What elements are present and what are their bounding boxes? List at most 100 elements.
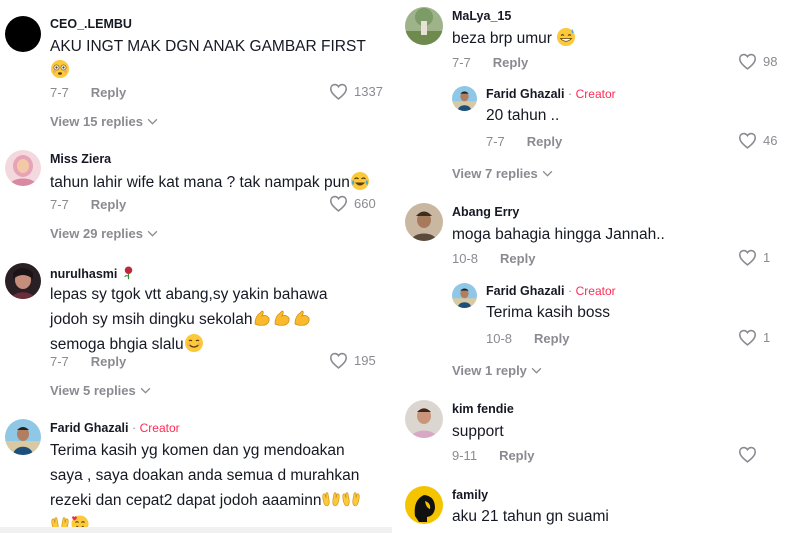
avatar[interactable] bbox=[405, 7, 443, 45]
reply-button[interactable]: Reply bbox=[527, 134, 562, 149]
reply-button[interactable]: Reply bbox=[493, 55, 528, 70]
comment-text: Terima kasih boss bbox=[486, 304, 611, 321]
avatar[interactable] bbox=[5, 150, 41, 186]
comment-text: lepas sy tgok vtt abang,sy yakin bahawa … bbox=[50, 282, 390, 357]
comment-text-body: beza brp umur bbox=[452, 30, 552, 47]
heart-icon bbox=[329, 195, 348, 212]
comment-date: 7-7 bbox=[50, 85, 69, 100]
comments-panel-right: MaLya_15 beza brp umur 7-7 Reply 98 Farid… bbox=[396, 0, 800, 533]
avatar[interactable] bbox=[5, 263, 41, 299]
like-button[interactable]: 98 bbox=[738, 53, 777, 70]
comment-author[interactable]: family bbox=[452, 488, 488, 502]
comment-author[interactable]: Abang Erry bbox=[452, 205, 519, 219]
comment-meta: 10-8 Reply bbox=[486, 331, 569, 346]
heart-icon bbox=[738, 53, 757, 70]
comment-text-line: Terima kasih yg komen dan yg mendoakan bbox=[50, 442, 345, 459]
comment-date: 10-8 bbox=[452, 251, 479, 266]
chevron-down-icon bbox=[147, 118, 158, 125]
smiling-face-emoji-icon bbox=[184, 334, 203, 352]
like-count: 1337 bbox=[354, 84, 383, 99]
like-button[interactable]: 1 bbox=[738, 329, 770, 346]
like-button[interactable]: 660 bbox=[329, 195, 376, 212]
view-replies-label: View 1 reply bbox=[452, 363, 527, 378]
comment-author[interactable]: Farid Ghazali · Creator bbox=[50, 421, 180, 435]
chevron-down-icon bbox=[531, 367, 542, 374]
comment-date: 7-7 bbox=[50, 354, 69, 369]
open-hands-emoji-icon bbox=[322, 492, 341, 507]
comment-text: 20 tahun .. bbox=[486, 107, 560, 124]
comment-author[interactable]: MaLya_15 bbox=[452, 9, 511, 23]
comment-meta: 9-11 Reply bbox=[452, 448, 534, 463]
heart-icon bbox=[738, 249, 757, 266]
comment-text: tahun lahir wife kat mana ? tak nampak p… bbox=[50, 171, 390, 195]
comment-meta: 7-7 Reply bbox=[50, 85, 126, 100]
like-button[interactable]: 1 bbox=[738, 249, 770, 266]
view-replies-button[interactable]: View 29 replies bbox=[50, 226, 158, 241]
reply-button[interactable]: Reply bbox=[91, 197, 126, 212]
view-replies-button[interactable]: View 15 replies bbox=[50, 114, 158, 129]
chevron-down-icon bbox=[147, 230, 158, 237]
avatar[interactable] bbox=[5, 419, 41, 455]
comment-author-name: nurulhasmi bbox=[50, 267, 118, 281]
avatar[interactable] bbox=[405, 400, 443, 438]
chevron-down-icon bbox=[542, 170, 553, 177]
avatar[interactable] bbox=[452, 86, 477, 111]
reply-button[interactable]: Reply bbox=[91, 354, 126, 369]
comment-author-name: Farid Ghazali bbox=[486, 87, 565, 101]
comment-author[interactable]: Farid Ghazali · Creator bbox=[486, 284, 616, 298]
view-replies-button[interactable]: View 7 replies bbox=[452, 166, 553, 181]
like-count: 195 bbox=[354, 353, 376, 368]
heart-icon bbox=[329, 83, 348, 100]
comment-text-line: rezeki dan cepat2 dapat jodoh aaaminn bbox=[50, 492, 322, 509]
comment-text: support bbox=[452, 423, 504, 440]
comments-panel-left: CEO_.LEMBU AKU INGT MAK DGN ANAK GAMBAR … bbox=[0, 0, 392, 533]
like-button[interactable] bbox=[738, 446, 757, 463]
comment-text-line: semoga bhgia slalu bbox=[50, 336, 184, 353]
like-count: 660 bbox=[354, 196, 376, 211]
like-count: 98 bbox=[763, 54, 778, 69]
joy-emoji-icon bbox=[350, 172, 369, 190]
comment-author[interactable]: Miss Ziera bbox=[50, 152, 111, 166]
grinning-sweat-emoji-icon bbox=[557, 28, 576, 46]
like-button[interactable]: 195 bbox=[329, 352, 376, 369]
heart-icon bbox=[738, 329, 757, 346]
comment-text-line: lepas sy tgok vtt abang,sy yakin bahawa bbox=[50, 286, 328, 303]
like-button[interactable]: 46 bbox=[738, 132, 777, 149]
avatar[interactable] bbox=[5, 16, 41, 52]
like-button[interactable]: 1337 bbox=[329, 83, 383, 100]
comment-author[interactable]: nurulhasmi bbox=[50, 265, 136, 281]
heart-icon bbox=[329, 352, 348, 369]
avatar[interactable] bbox=[405, 486, 443, 524]
comment-text-body: tahun lahir wife kat mana ? tak nampak p… bbox=[50, 174, 350, 191]
creator-badge: Creator bbox=[575, 284, 616, 298]
comment-author-name: Farid Ghazali bbox=[50, 421, 129, 435]
avatar[interactable] bbox=[452, 283, 477, 308]
view-replies-label: View 15 replies bbox=[50, 114, 143, 129]
reply-button[interactable]: Reply bbox=[91, 85, 126, 100]
heart-icon bbox=[738, 132, 757, 149]
comment-meta: 7-7 Reply bbox=[452, 55, 528, 70]
reply-button[interactable]: Reply bbox=[500, 251, 535, 266]
comment-text: Terima kasih yg komen dan yg mendoakan s… bbox=[50, 438, 390, 533]
view-replies-button[interactable]: View 1 reply bbox=[452, 363, 542, 378]
flushed-emoji-icon bbox=[51, 60, 69, 78]
view-replies-button[interactable]: View 5 replies bbox=[50, 383, 151, 398]
comment-author[interactable]: CEO_.LEMBU bbox=[50, 17, 132, 31]
comment-text: AKU INGT MAK DGN ANAK GAMBAR FIRST bbox=[50, 35, 385, 83]
comment-text: moga bahagia hingga Jannah.. bbox=[452, 226, 665, 243]
comment-author[interactable]: Farid Ghazali · Creator bbox=[486, 87, 616, 101]
flexed-biceps-emoji-icon bbox=[255, 310, 270, 326]
comment-meta: 10-8 Reply bbox=[452, 251, 535, 266]
avatar[interactable] bbox=[405, 203, 443, 241]
reply-button[interactable]: Reply bbox=[534, 331, 569, 346]
flexed-biceps-emoji-icon bbox=[295, 310, 310, 326]
comment-date: 7-7 bbox=[486, 134, 505, 149]
comment-meta: 7-7 Reply bbox=[486, 134, 562, 149]
like-count: 1 bbox=[763, 330, 771, 345]
creator-badge: Creator bbox=[139, 421, 180, 435]
comment-author[interactable]: kim fendie bbox=[452, 402, 514, 416]
comment-text-line: jodoh sy msih dingku sekolah bbox=[50, 311, 253, 328]
like-count: 1 bbox=[763, 250, 771, 265]
reply-button[interactable]: Reply bbox=[499, 448, 534, 463]
comment-meta: 7-7 Reply bbox=[50, 197, 126, 212]
